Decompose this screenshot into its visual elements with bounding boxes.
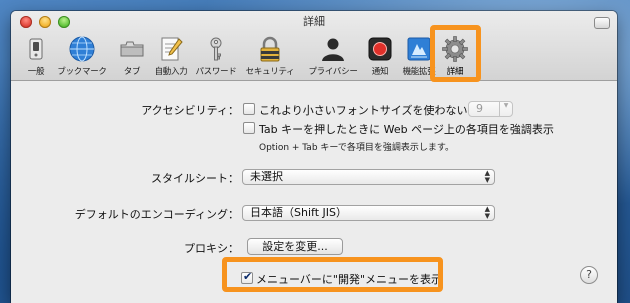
chevron-down-icon: ▼ xyxy=(499,102,512,116)
tab-highlight-hint: Option + Tab キーで各項目を強調表示します。 xyxy=(259,143,454,153)
help-button[interactable]: ? xyxy=(580,266,598,284)
encoding-label: デフォルトのエンコーディング： xyxy=(74,208,239,221)
lock-icon xyxy=(260,36,280,62)
preferences-window: 詳細 一般 ブックマーク タブ 自動入力 パスワード セキュリティ プライバシー… xyxy=(11,11,617,303)
proxy-settings-button[interactable]: 設定を変更... xyxy=(247,238,343,255)
min-font-size-label: これより小さいフォントサイズを使わない： xyxy=(259,104,479,117)
toolbar-item-security[interactable]: セキュリティ xyxy=(240,35,300,79)
updown-arrows-icon: ▲ ▼ xyxy=(484,205,490,220)
toolbar-highlight-annotation xyxy=(430,25,481,82)
accessibility-label: アクセシビリティ： xyxy=(141,104,239,117)
proxy-label: プロキシ： xyxy=(184,242,239,255)
toolbar-item-label: セキュリティ xyxy=(245,67,295,77)
min-font-size-value: 9 xyxy=(476,102,483,115)
stylesheet-select[interactable]: 未選択 ▲ ▼ xyxy=(242,169,495,185)
globe-icon xyxy=(69,36,95,62)
updown-arrows-icon: ▲ ▼ xyxy=(484,169,490,184)
key-icon xyxy=(210,37,222,61)
window-title: 詳細 xyxy=(303,15,325,28)
min-font-size-checkbox[interactable] xyxy=(243,103,255,115)
min-font-size-select[interactable]: 9 ▼ xyxy=(468,101,513,117)
switch-icon xyxy=(29,38,43,60)
tab-highlight-label: Tab キーを押したときに Web ページ上の各項目を強調表示 xyxy=(259,123,554,136)
pencil-form-icon xyxy=(161,37,183,61)
advanced-pane: アクセシビリティ： これより小さいフォントサイズを使わない： 9 ▼ Tab キ… xyxy=(11,81,617,303)
toolbar-toggle-button[interactable] xyxy=(594,17,610,29)
encoding-value: 日本語（Shift JIS） xyxy=(250,206,347,219)
stylesheet-value: 未選択 xyxy=(250,170,283,183)
develop-menu-highlight-annotation xyxy=(222,257,443,292)
toolbar: 詳細 一般 ブックマーク タブ 自動入力 パスワード セキュリティ プライバシー… xyxy=(11,11,617,82)
tab-highlight-checkbox[interactable] xyxy=(243,122,255,134)
stylesheet-label: スタイルシート： xyxy=(151,172,239,185)
person-icon xyxy=(322,38,344,61)
encoding-select[interactable]: 日本語（Shift JIS） ▲ ▼ xyxy=(242,205,495,221)
